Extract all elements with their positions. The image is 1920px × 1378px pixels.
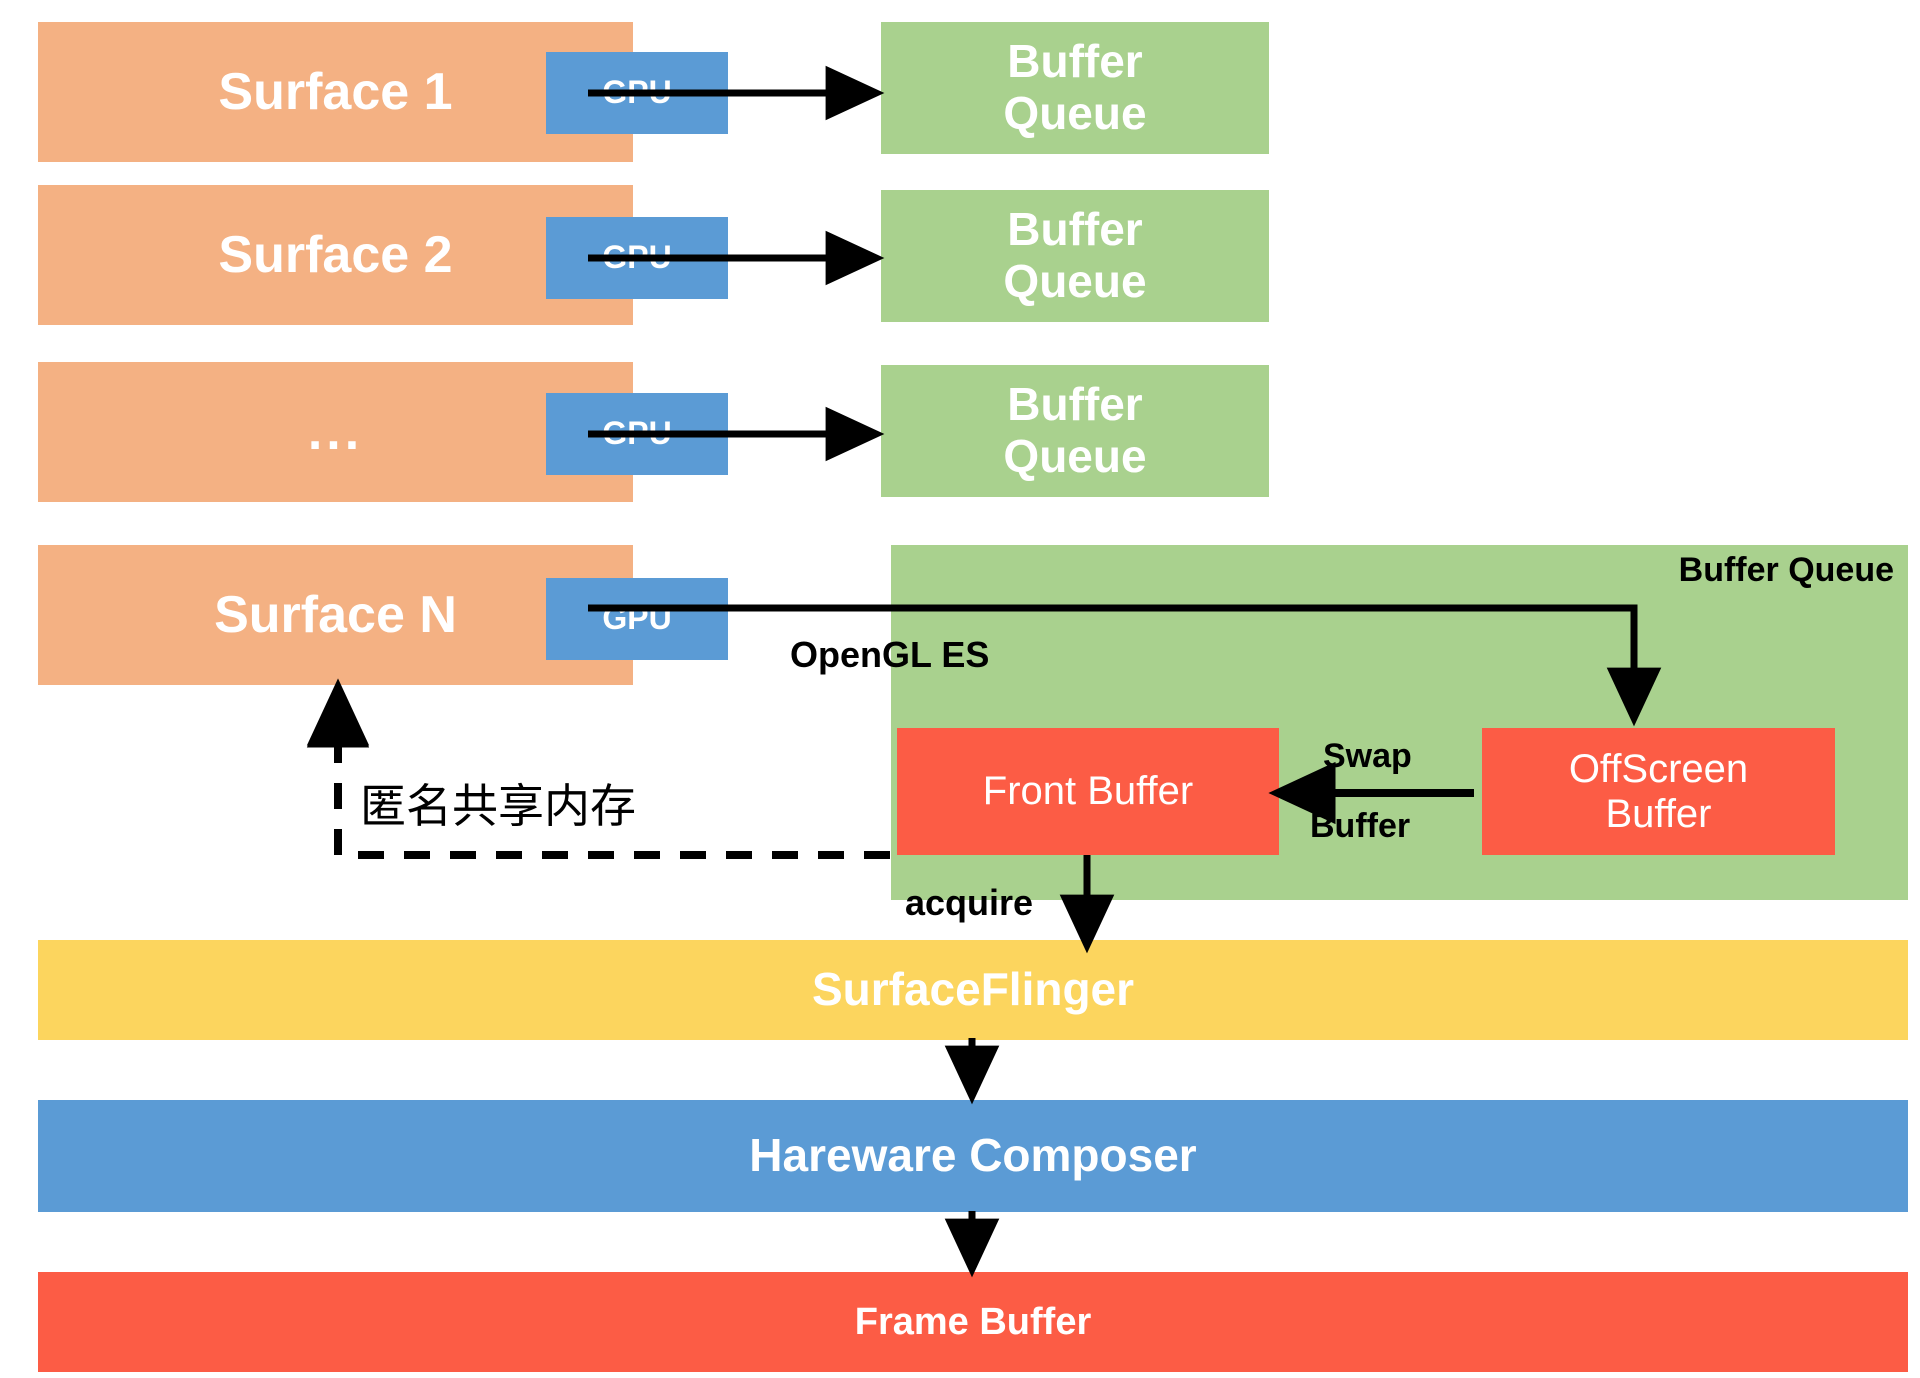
shared-memory-label: 匿名共享内存 bbox=[360, 779, 636, 833]
offscreen-buffer-line1: OffScreen bbox=[1568, 746, 1749, 791]
surface-box-2[interactable]: Surface 2 bbox=[38, 185, 633, 325]
gpu-chip-1[interactable]: GPU bbox=[546, 52, 728, 134]
hardware-composer-bar[interactable]: Hareware Composer bbox=[38, 1100, 1908, 1212]
buffer-queue-line1-2: Buffer bbox=[1007, 203, 1143, 256]
buffer-queue-box-3[interactable]: Buffer Queue bbox=[881, 365, 1269, 497]
surface-box-3[interactable]: ... bbox=[38, 362, 633, 502]
gpu-label-2: GPU bbox=[602, 239, 672, 276]
buffer-queue-region-label: Buffer Queue bbox=[1678, 551, 1894, 589]
buffer-queue-box-1[interactable]: Buffer Queue bbox=[881, 22, 1269, 154]
gpu-label-4: GPU bbox=[602, 600, 672, 637]
gpu-chip-3[interactable]: GPU bbox=[546, 393, 728, 475]
surface-box-1[interactable]: Surface 1 bbox=[38, 22, 633, 162]
buffer-queue-line1-1: Buffer bbox=[1007, 35, 1143, 88]
surface-label-4: Surface N bbox=[214, 585, 457, 644]
surface-label-3: ... bbox=[307, 402, 364, 461]
gpu-chip-2[interactable]: GPU bbox=[546, 217, 728, 299]
gpu-label-1: GPU bbox=[602, 74, 672, 111]
offscreen-buffer-box[interactable]: OffScreen Buffer bbox=[1482, 728, 1835, 855]
buffer-queue-box-2[interactable]: Buffer Queue bbox=[881, 190, 1269, 322]
surface-box-4[interactable]: Surface N bbox=[38, 545, 633, 685]
gpu-chip-4[interactable]: GPU bbox=[546, 578, 728, 660]
frame-buffer-label: Frame Buffer bbox=[854, 1300, 1092, 1343]
surface-label-2: Surface 2 bbox=[218, 225, 453, 284]
frame-buffer-bar[interactable]: Frame Buffer bbox=[38, 1272, 1908, 1372]
surfaceflinger-label: SurfaceFlinger bbox=[811, 963, 1135, 1016]
swap-buffer-label-line1: Swap bbox=[1323, 737, 1412, 775]
buffer-queue-line2-1: Queue bbox=[1003, 87, 1147, 139]
opengl-es-label: OpenGL ES bbox=[790, 634, 990, 675]
hardware-composer-label: Hareware Composer bbox=[749, 1129, 1197, 1182]
buffer-queue-line2-3: Queue bbox=[1003, 430, 1147, 482]
offscreen-buffer-line2: Buffer bbox=[1605, 791, 1712, 836]
buffer-queue-line2-2: Queue bbox=[1003, 255, 1147, 307]
surface-label-1: Surface 1 bbox=[218, 62, 453, 121]
surfaceflinger-bar[interactable]: SurfaceFlinger bbox=[38, 940, 1908, 1040]
front-buffer-label: Front Buffer bbox=[982, 769, 1194, 814]
diagram-canvas: Surface 1 GPU Buffer Queue Surface 2 GPU… bbox=[0, 0, 1920, 1378]
gpu-label-3: GPU bbox=[602, 415, 672, 452]
swap-buffer-label-line2: Buffer bbox=[1310, 807, 1411, 845]
acquire-label: acquire bbox=[905, 882, 1034, 923]
buffer-queue-line1-3: Buffer bbox=[1007, 378, 1143, 431]
front-buffer-box[interactable]: Front Buffer bbox=[897, 728, 1279, 855]
